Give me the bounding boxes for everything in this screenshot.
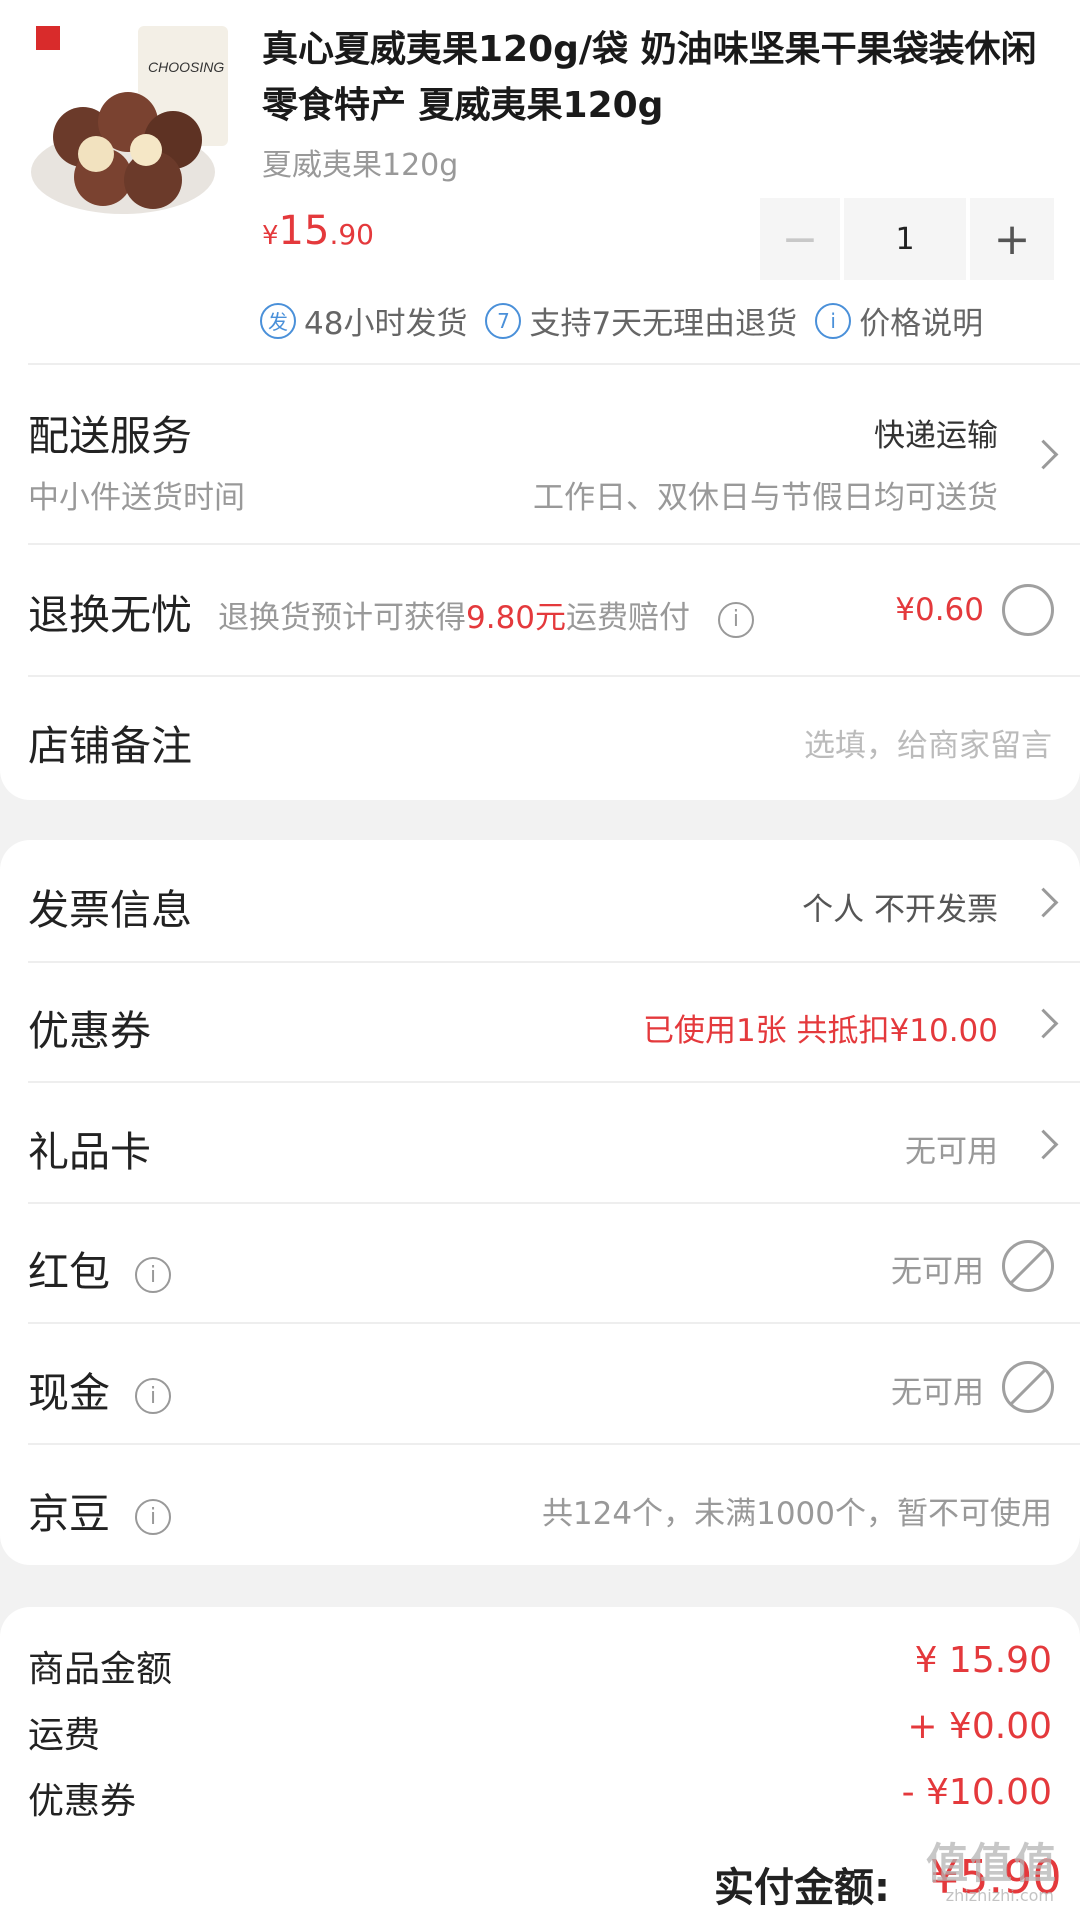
product-thumbnail[interactable]: CHOOSING xyxy=(28,22,232,232)
svg-text:CHOOSING: CHOOSING xyxy=(148,59,224,75)
divider xyxy=(28,543,1080,545)
divider xyxy=(28,1202,1080,1204)
service-badges: 发 48小时发货 7 支持7天无理由退货 i 价格说明 xyxy=(260,298,1001,343)
summary-coupon-value: - ¥10.00 xyxy=(901,1772,1052,1813)
delivery-sub-label: 中小件送货时间 xyxy=(28,480,245,516)
shop-note-title: 店铺备注 xyxy=(28,722,192,770)
return-worry-desc-prefix: 退换货预计可获得 xyxy=(218,600,466,636)
delivery-sub-value: 工作日、双休日与节假日均可送货 xyxy=(533,480,998,516)
red-packet-title: 红包 i xyxy=(28,1238,172,1298)
gift-card-value: 无可用 xyxy=(905,1134,998,1170)
shipping-icon: 发 xyxy=(260,302,296,339)
divider xyxy=(28,1081,1080,1083)
jd-beans-value: 共124个，未满1000个，暂不可使用 xyxy=(541,1496,1052,1532)
gift-card-title: 礼品卡 xyxy=(28,1128,151,1176)
return-worry-title: 退换无忧 xyxy=(28,591,192,639)
product-title[interactable]: 真心夏威夷果120g/袋 奶油味坚果干果袋装休闲零食特产 夏威夷果120g xyxy=(262,22,1052,134)
badge-price-note-label: 价格说明 xyxy=(859,306,984,342)
summary-shipping-value: + ¥0.00 xyxy=(907,1706,1052,1747)
watermark: 值值值 xyxy=(925,1839,1058,1888)
quantity-value[interactable]: 1 xyxy=(844,198,966,280)
cash-title: 现金 i xyxy=(28,1359,172,1419)
price-integer: 15 xyxy=(278,208,330,254)
red-packet-label: 红包 xyxy=(28,1248,110,1296)
watermark-url: zhizhizhi.com xyxy=(945,1886,1054,1905)
jd-beans-label: 京豆 xyxy=(28,1490,110,1538)
delivery-title: 配送服务 xyxy=(28,412,192,460)
invoice-title: 发票信息 xyxy=(28,886,192,934)
return-worry-desc-suffix: 运费赔付 xyxy=(566,600,691,636)
cash-label: 现金 xyxy=(28,1369,110,1417)
info-icon[interactable]: i xyxy=(717,601,754,638)
cash-value: 无可用 xyxy=(891,1375,984,1411)
divider xyxy=(28,675,1080,677)
invoice-value: 个人 不开发票 xyxy=(802,892,998,928)
increase-button[interactable]: + xyxy=(970,198,1054,280)
seven-day-icon: 7 xyxy=(485,302,522,339)
badge-price-note[interactable]: i 价格说明 xyxy=(815,298,983,343)
divider xyxy=(28,363,1080,365)
shop-note-input[interactable]: 选填，给商家留言 xyxy=(804,720,1052,765)
return-worry-price: ¥0.60 xyxy=(895,592,984,628)
divider xyxy=(28,1443,1080,1445)
total-label: 实付金额: xyxy=(714,1865,890,1911)
disabled-icon xyxy=(1002,1240,1054,1292)
summary-goods-value: ¥ 15.90 xyxy=(914,1640,1052,1681)
order-items-card: CHOOSING 真心夏威夷果120g/袋 奶油味坚果干果袋装休闲零食特产 夏威… xyxy=(0,0,1080,800)
decrease-button[interactable]: − xyxy=(760,198,840,280)
price-decimal: .90 xyxy=(329,218,374,251)
chevron-right-icon xyxy=(1028,439,1059,470)
summary-coupon-label: 优惠券 xyxy=(28,1781,137,1822)
info-icon[interactable]: i xyxy=(135,1499,172,1535)
divider xyxy=(28,1322,1080,1324)
jd-beans-title: 京豆 i xyxy=(28,1480,172,1540)
quantity-stepper: − 1 + xyxy=(760,198,1054,280)
summary-shipping-label: 运费 xyxy=(28,1715,101,1756)
return-worry-amount: 9.80元 xyxy=(466,600,567,636)
badge-return-label: 支持7天无理由退货 xyxy=(529,306,798,342)
product-spec: 夏威夷果120g xyxy=(262,148,459,183)
red-packet-value: 无可用 xyxy=(891,1254,984,1290)
product-price: ¥15.90 xyxy=(262,208,374,254)
info-icon[interactable]: i xyxy=(135,1378,172,1414)
divider xyxy=(28,961,1080,963)
info-icon: i xyxy=(815,302,852,339)
summary-goods-label: 商品金额 xyxy=(28,1649,173,1690)
delivery-method: 快递运输 xyxy=(874,418,998,454)
info-icon[interactable]: i xyxy=(135,1257,172,1293)
return-worry-checkbox[interactable] xyxy=(1002,584,1054,636)
coupon-title: 优惠券 xyxy=(28,1007,151,1055)
badge-shipping: 发 48小时发货 xyxy=(260,298,467,343)
return-worry-desc: 退换货预计可获得9.80元运费赔付 i xyxy=(218,592,754,638)
coupon-value: 已使用1张 共抵扣¥10.00 xyxy=(642,1013,998,1049)
price-currency: ¥ xyxy=(262,221,279,251)
badge-return: 7 支持7天无理由退货 xyxy=(485,298,797,343)
disabled-icon xyxy=(1002,1361,1054,1413)
badge-shipping-label: 48小时发货 xyxy=(304,306,468,342)
